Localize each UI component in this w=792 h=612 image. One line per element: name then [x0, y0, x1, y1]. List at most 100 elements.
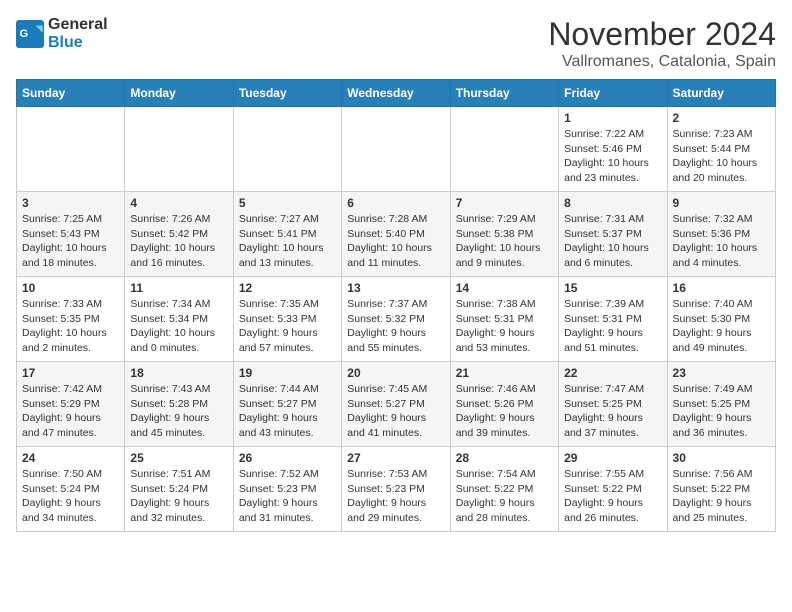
day-info: Sunrise: 7:22 AMSunset: 5:46 PMDaylight:… [564, 127, 661, 186]
calendar-cell: 27 Sunrise: 7:53 AMSunset: 5:23 PMDayligh… [342, 447, 450, 532]
calendar-cell: 30 Sunrise: 7:56 AMSunset: 5:22 PMDayligh… [667, 447, 775, 532]
day-info: Sunrise: 7:39 AMSunset: 5:31 PMDaylight:… [564, 297, 661, 356]
day-info: Sunrise: 7:44 AMSunset: 5:27 PMDaylight:… [239, 382, 336, 441]
day-info: Sunrise: 7:27 AMSunset: 5:41 PMDaylight:… [239, 212, 336, 271]
calendar-cell: 12 Sunrise: 7:35 AMSunset: 5:33 PMDayligh… [233, 277, 341, 362]
day-number: 8 [564, 196, 661, 210]
calendar-cell: 3 Sunrise: 7:25 AMSunset: 5:43 PMDaylight… [17, 192, 125, 277]
day-info: Sunrise: 7:55 AMSunset: 5:22 PMDaylight:… [564, 467, 661, 526]
week-row-1: 1Sunrise: 7:22 AMSunset: 5:46 PMDaylight… [17, 107, 776, 192]
day-info: Sunrise: 7:38 AMSunset: 5:31 PMDaylight:… [456, 297, 553, 356]
day-number: 3 [22, 196, 119, 210]
calendar-cell: 10Sunrise: 7:33 AMSunset: 5:35 PMDayligh… [17, 277, 125, 362]
day-info: Sunrise: 7:37 AMSunset: 5:32 PMDaylight:… [347, 297, 444, 356]
day-info: Sunrise: 7:49 AMSunset: 5:25 PMDaylight:… [673, 382, 770, 441]
calendar-cell: 26 Sunrise: 7:52 AMSunset: 5:23 PMDayligh… [233, 447, 341, 532]
day-number: 5 [239, 196, 336, 210]
weekday-header-friday: Friday [559, 80, 667, 107]
day-number: 30 [673, 451, 770, 465]
weekday-header-sunday: Sunday [17, 80, 125, 107]
day-info: Sunrise: 7:40 AMSunset: 5:30 PMDaylight:… [673, 297, 770, 356]
calendar-table: SundayMondayTuesdayWednesdayThursdayFrid… [16, 79, 776, 532]
calendar-cell: 9 Sunrise: 7:32 AMSunset: 5:36 PMDaylight… [667, 192, 775, 277]
calendar-cell: 1Sunrise: 7:22 AMSunset: 5:46 PMDaylight… [559, 107, 667, 192]
calendar-cell: 21 Sunrise: 7:46 AMSunset: 5:26 PMDayligh… [450, 362, 558, 447]
day-info: Sunrise: 7:35 AMSunset: 5:33 PMDaylight:… [239, 297, 336, 356]
day-info: Sunrise: 7:52 AMSunset: 5:23 PMDaylight:… [239, 467, 336, 526]
logo-icon: G [16, 20, 44, 48]
calendar-cell: 23Sunrise: 7:49 AMSunset: 5:25 PMDayligh… [667, 362, 775, 447]
calendar-cell [342, 107, 450, 192]
calendar-cell [17, 107, 125, 192]
calendar-cell: 13 Sunrise: 7:37 AMSunset: 5:32 PMDayligh… [342, 277, 450, 362]
day-number: 12 [239, 281, 336, 295]
day-info: Sunrise: 7:45 AMSunset: 5:27 PMDaylight:… [347, 382, 444, 441]
day-number: 28 [456, 451, 553, 465]
logo: G General Blue [16, 16, 108, 52]
week-row-3: 10Sunrise: 7:33 AMSunset: 5:35 PMDayligh… [17, 277, 776, 362]
week-row-2: 3 Sunrise: 7:25 AMSunset: 5:43 PMDaylight… [17, 192, 776, 277]
day-info: Sunrise: 7:43 AMSunset: 5:28 PMDaylight:… [130, 382, 227, 441]
calendar-cell: 11 Sunrise: 7:34 AMSunset: 5:34 PMDayligh… [125, 277, 233, 362]
calendar-cell: 18 Sunrise: 7:43 AMSunset: 5:28 PMDayligh… [125, 362, 233, 447]
calendar-cell: 16 Sunrise: 7:40 AMSunset: 5:30 PMDayligh… [667, 277, 775, 362]
calendar-cell [125, 107, 233, 192]
day-number: 17 [22, 366, 119, 380]
day-info: Sunrise: 7:46 AMSunset: 5:26 PMDaylight:… [456, 382, 553, 441]
calendar-cell: 20Sunrise: 7:45 AMSunset: 5:27 PMDayligh… [342, 362, 450, 447]
svg-text:G: G [20, 28, 29, 40]
day-info: Sunrise: 7:51 AMSunset: 5:24 PMDaylight:… [130, 467, 227, 526]
day-number: 26 [239, 451, 336, 465]
calendar-cell: 22 Sunrise: 7:47 AMSunset: 5:25 PMDayligh… [559, 362, 667, 447]
day-number: 15 [564, 281, 661, 295]
day-number: 7 [456, 196, 553, 210]
calendar-cell: 14Sunrise: 7:38 AMSunset: 5:31 PMDayligh… [450, 277, 558, 362]
day-number: 25 [130, 451, 227, 465]
day-number: 13 [347, 281, 444, 295]
day-info: Sunrise: 7:28 AMSunset: 5:40 PMDaylight:… [347, 212, 444, 271]
day-number: 27 [347, 451, 444, 465]
calendar-cell: 4 Sunrise: 7:26 AMSunset: 5:42 PMDaylight… [125, 192, 233, 277]
day-number: 10 [22, 281, 119, 295]
day-info: Sunrise: 7:26 AMSunset: 5:42 PMDaylight:… [130, 212, 227, 271]
day-number: 22 [564, 366, 661, 380]
calendar-cell: 19 Sunrise: 7:44 AMSunset: 5:27 PMDayligh… [233, 362, 341, 447]
day-number: 29 [564, 451, 661, 465]
weekday-header-saturday: Saturday [667, 80, 775, 107]
calendar-cell: 25 Sunrise: 7:51 AMSunset: 5:24 PMDayligh… [125, 447, 233, 532]
day-info: Sunrise: 7:25 AMSunset: 5:43 PMDaylight:… [22, 212, 119, 271]
day-number: 16 [673, 281, 770, 295]
day-info: Sunrise: 7:29 AMSunset: 5:38 PMDaylight:… [456, 212, 553, 271]
day-info: Sunrise: 7:23 AMSunset: 5:44 PMDaylight:… [673, 127, 770, 186]
day-number: 2 [673, 111, 770, 125]
day-number: 18 [130, 366, 227, 380]
weekday-header-thursday: Thursday [450, 80, 558, 107]
logo-text: General Blue [48, 16, 108, 52]
day-info: Sunrise: 7:42 AMSunset: 5:29 PMDaylight:… [22, 382, 119, 441]
day-info: Sunrise: 7:56 AMSunset: 5:22 PMDaylight:… [673, 467, 770, 526]
day-info: Sunrise: 7:53 AMSunset: 5:23 PMDaylight:… [347, 467, 444, 526]
day-number: 9 [673, 196, 770, 210]
day-number: 19 [239, 366, 336, 380]
day-number: 4 [130, 196, 227, 210]
calendar-cell: 24Sunrise: 7:50 AMSunset: 5:24 PMDayligh… [17, 447, 125, 532]
weekday-header-row: SundayMondayTuesdayWednesdayThursdayFrid… [17, 80, 776, 107]
location-title: Vallromanes, Catalonia, Spain [548, 53, 776, 71]
title-area: November 2024 Vallromanes, Catalonia, Sp… [548, 16, 776, 71]
day-info: Sunrise: 7:47 AMSunset: 5:25 PMDaylight:… [564, 382, 661, 441]
day-number: 6 [347, 196, 444, 210]
calendar-cell [233, 107, 341, 192]
weekday-header-tuesday: Tuesday [233, 80, 341, 107]
day-info: Sunrise: 7:32 AMSunset: 5:36 PMDaylight:… [673, 212, 770, 271]
day-number: 11 [130, 281, 227, 295]
week-row-5: 24Sunrise: 7:50 AMSunset: 5:24 PMDayligh… [17, 447, 776, 532]
day-info: Sunrise: 7:50 AMSunset: 5:24 PMDaylight:… [22, 467, 119, 526]
calendar-cell: 7 Sunrise: 7:29 AMSunset: 5:38 PMDaylight… [450, 192, 558, 277]
day-info: Sunrise: 7:34 AMSunset: 5:34 PMDaylight:… [130, 297, 227, 356]
header: G General Blue November 2024 Vallromanes… [16, 16, 776, 71]
calendar-cell: 15 Sunrise: 7:39 AMSunset: 5:31 PMDayligh… [559, 277, 667, 362]
weekday-header-monday: Monday [125, 80, 233, 107]
calendar-cell: 2 Sunrise: 7:23 AMSunset: 5:44 PMDaylight… [667, 107, 775, 192]
day-number: 21 [456, 366, 553, 380]
month-title: November 2024 [548, 16, 776, 53]
